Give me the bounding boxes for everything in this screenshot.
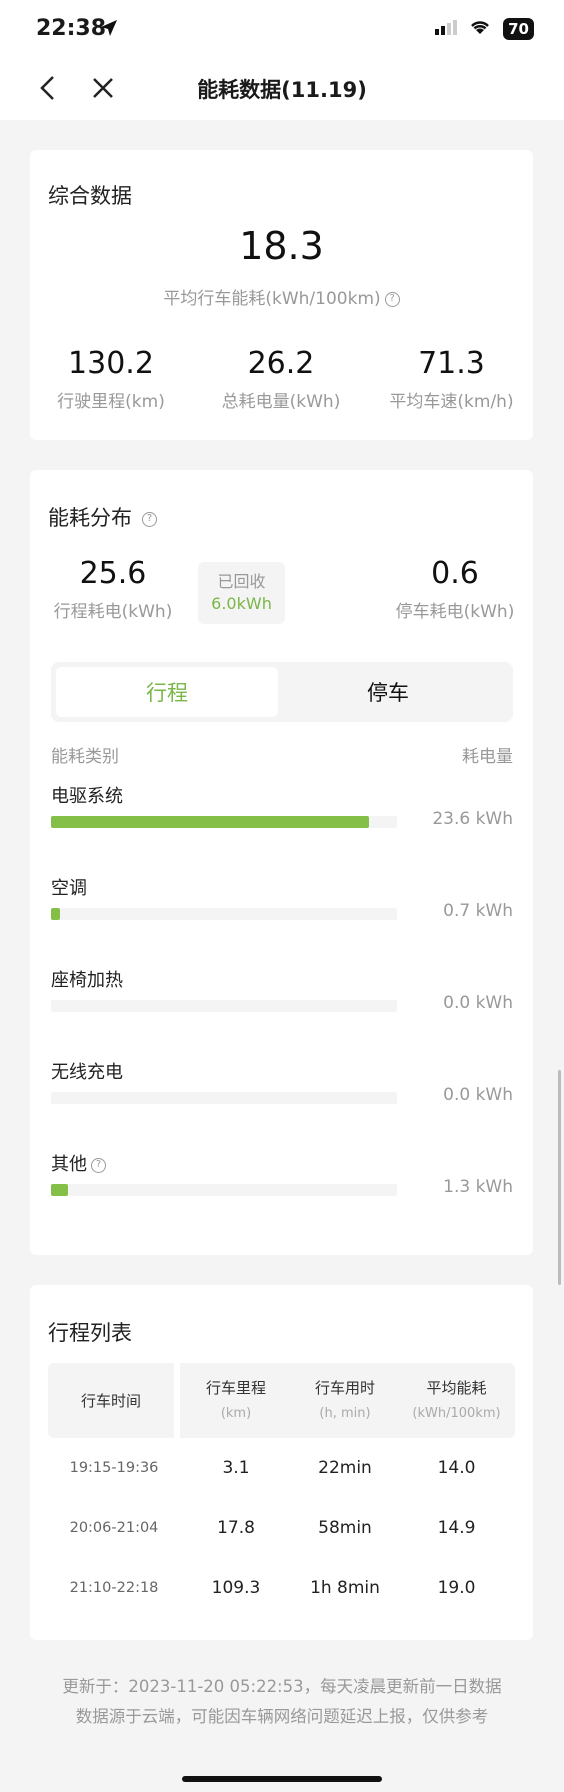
category-bar-track bbox=[51, 1092, 397, 1104]
table-header-cell: 行车时间 bbox=[48, 1363, 174, 1438]
table-row[interactable]: 19:15-19:36 3.1 22min 14.0 bbox=[48, 1438, 515, 1498]
table-header-unit: (kWh/100km) bbox=[412, 1406, 501, 1421]
trip-time: 21:10-22:18 bbox=[69, 1580, 159, 1596]
category-value: 0.0 kWh bbox=[443, 993, 513, 1013]
category-row: 无线充电 0.0 kWh bbox=[51, 1058, 513, 1118]
trip-avg-consumption: 14.9 bbox=[437, 1518, 476, 1538]
trip-duration: 1h 8min bbox=[310, 1578, 380, 1598]
category-bar-track bbox=[51, 908, 397, 920]
category-label: 座椅加热 bbox=[51, 970, 123, 991]
trip-time: 19:15-19:36 bbox=[69, 1460, 159, 1476]
distribution-card: 能耗分布? 25.6 行程耗电(kWh) 已回收 6.0kWh 0.6 停车耗电… bbox=[30, 470, 533, 1255]
category-value: 0.7 kWh bbox=[443, 901, 513, 921]
help-icon[interactable]: ? bbox=[142, 511, 157, 527]
page-title: 能耗数据(11.19) bbox=[197, 78, 367, 102]
stat-mileage-label: 行驶里程(km) bbox=[57, 392, 165, 412]
category-label: 其他? bbox=[51, 1150, 106, 1176]
avg-consumption-value: 18.3 bbox=[239, 224, 324, 268]
trip-distance: 17.8 bbox=[217, 1518, 255, 1538]
help-icon[interactable]: ? bbox=[91, 1157, 106, 1173]
help-icon[interactable]: ? bbox=[384, 291, 400, 307]
table-row[interactable]: 21:10-22:18 109.3 1h 8min 19.0 bbox=[48, 1558, 515, 1618]
table-header-cell: 平均能耗 (kWh/100km) bbox=[398, 1363, 515, 1438]
footer-note: 更新于：2023-11-20 05:22:53，每天凌晨更新前一日数据 数据源于… bbox=[0, 1672, 564, 1732]
home-indicator[interactable] bbox=[182, 1776, 382, 1782]
category-row: 其他? 1.3 kWh bbox=[51, 1150, 513, 1210]
table-header-cell: 行车里程 (km) bbox=[180, 1363, 292, 1438]
footer-update-line: 更新于：2023-11-20 05:22:53，每天凌晨更新前一日数据 bbox=[62, 1677, 502, 1696]
trip-distance: 3.1 bbox=[222, 1458, 250, 1478]
trip-avg-consumption: 14.0 bbox=[437, 1458, 476, 1478]
table-header-label: 行车时间 bbox=[80, 1392, 141, 1410]
trip-avg-consumption: 19.0 bbox=[437, 1578, 476, 1598]
nav-bar: 能耗数据(11.19) bbox=[0, 60, 564, 120]
amount-header: 耗电量 bbox=[462, 747, 513, 767]
category-row: 电驱系统 23.6 kWh bbox=[51, 782, 513, 842]
stat-avg-speed-label: 平均车速(km/h) bbox=[389, 392, 514, 412]
trips-title: 行程列表 bbox=[48, 1321, 132, 1345]
trips-card: 行程列表 行车时间 行车里程 (km) 行车用时 (h, min) 平均能耗 (… bbox=[30, 1285, 533, 1640]
recovered-label: 已回收 bbox=[217, 572, 266, 591]
trip-duration: 22min bbox=[318, 1458, 372, 1478]
summary-card: 综合数据 18.3 平均行车能耗(kWh/100km)? 130.2 行驶里程(… bbox=[30, 150, 533, 440]
table-row[interactable]: 20:06-21:04 17.8 58min 14.9 bbox=[48, 1498, 515, 1558]
recovered-value: 6.0kWh bbox=[211, 594, 272, 613]
driving-energy-label: 行程耗电(kWh) bbox=[53, 602, 173, 622]
table-header-label: 平均能耗 bbox=[426, 1379, 487, 1397]
distribution-title: 能耗分布? bbox=[48, 502, 157, 532]
driving-energy: 25.6 行程耗电(kWh) bbox=[48, 556, 178, 622]
cellular-signal-icon bbox=[435, 19, 458, 39]
category-row: 空调 0.7 kWh bbox=[51, 874, 513, 934]
summary-title: 综合数据 bbox=[48, 184, 132, 208]
category-value: 0.0 kWh bbox=[443, 1085, 513, 1105]
status-time: 22:38 bbox=[36, 16, 107, 41]
trip-time: 20:06-21:04 bbox=[69, 1520, 159, 1536]
stat-avg-speed-value: 71.3 bbox=[418, 346, 485, 381]
category-bar-fill bbox=[51, 908, 60, 920]
stat-total-energy-label: 总耗电量(kWh) bbox=[221, 392, 341, 412]
distribution-title-text: 能耗分布 bbox=[48, 506, 132, 530]
status-bar: 22:38 70 bbox=[0, 0, 564, 60]
table-header-unit: (h, min) bbox=[319, 1406, 371, 1421]
driving-energy-value: 25.6 bbox=[79, 556, 147, 591]
avg-consumption-label: 平均行车能耗(kWh/100km)? bbox=[30, 284, 533, 309]
table-header-cell: 行车用时 (h, min) bbox=[292, 1363, 398, 1438]
category-header: 能耗类别 bbox=[51, 747, 119, 767]
category-bar-track bbox=[51, 1184, 397, 1196]
table-header-label: 行车用时 bbox=[314, 1379, 375, 1397]
stat-total-energy-value: 26.2 bbox=[247, 346, 315, 381]
wifi-icon bbox=[469, 19, 491, 39]
tab-driving[interactable]: 行程 bbox=[56, 667, 278, 717]
parking-energy-value: 0.6 bbox=[431, 556, 479, 591]
category-label: 电驱系统 bbox=[51, 786, 123, 807]
category-value: 23.6 kWh bbox=[432, 809, 513, 829]
tab-parking[interactable]: 停车 bbox=[277, 667, 499, 717]
category-label-text: 其他 bbox=[51, 1154, 87, 1175]
stat-avg-speed: 71.3 平均车速(km/h) bbox=[370, 346, 533, 412]
stat-total-energy: 26.2 总耗电量(kWh) bbox=[192, 346, 370, 412]
category-value: 1.3 kWh bbox=[443, 1177, 513, 1197]
category-bar-fill bbox=[51, 816, 370, 828]
table-header-unit: (km) bbox=[220, 1406, 252, 1421]
scrollbar[interactable] bbox=[558, 1070, 561, 1285]
category-bar-track bbox=[51, 816, 397, 828]
stat-mileage: 130.2 行驶里程(km) bbox=[30, 346, 192, 412]
location-arrow-icon bbox=[100, 19, 118, 41]
parking-energy-label: 停车耗电(kWh) bbox=[395, 602, 515, 622]
tab-group: 行程 停车 bbox=[51, 662, 513, 722]
footer-source-line: 数据源于云端，可能因车辆网络问题延迟上报，仅供参考 bbox=[75, 1707, 489, 1726]
category-row: 座椅加热 0.0 kWh bbox=[51, 966, 513, 1026]
category-label: 空调 bbox=[51, 878, 87, 899]
category-bar-fill bbox=[51, 1184, 69, 1196]
battery-icon: 70 bbox=[503, 18, 534, 40]
table-header-label: 行车里程 bbox=[205, 1379, 266, 1397]
category-label: 无线充电 bbox=[51, 1062, 123, 1083]
recovered-badge: 已回收 6.0kWh bbox=[198, 562, 285, 624]
trip-distance: 109.3 bbox=[211, 1578, 261, 1598]
stat-mileage-value: 130.2 bbox=[68, 346, 154, 381]
parking-energy: 0.6 停车耗电(kWh) bbox=[390, 556, 520, 622]
category-bar-track bbox=[51, 1000, 397, 1012]
avg-consumption-label-text: 平均行车能耗(kWh/100km) bbox=[163, 289, 381, 309]
trip-duration: 58min bbox=[318, 1518, 372, 1538]
